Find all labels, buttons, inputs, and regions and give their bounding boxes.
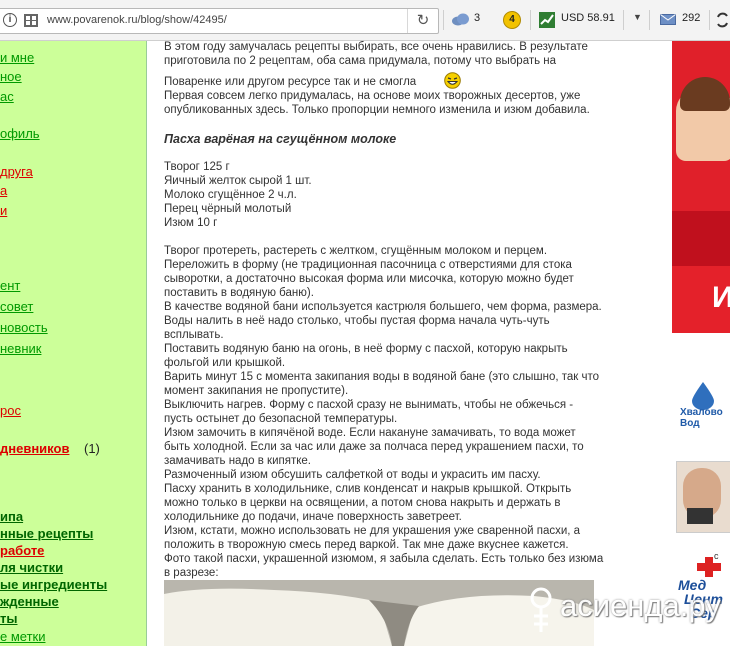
- intro-line: приготовила по 2 рецептам, оба сама прид…: [164, 55, 557, 67]
- reload-icon[interactable]: ↻: [407, 9, 438, 33]
- sidebar-link-diaries[interactable]: дневников: [0, 441, 69, 456]
- sidebar-link[interactable]: е метки: [0, 629, 45, 644]
- ingredient: Творог 125 г: [164, 161, 230, 173]
- sidebar-link[interactable]: ное: [0, 69, 22, 84]
- sidebar-link[interactable]: ас: [0, 89, 14, 104]
- sidebar-link[interactable]: и: [0, 203, 7, 218]
- article: В этом году замучалась рецепты выбирать,…: [147, 41, 672, 646]
- medical-photo-ad[interactable]: [676, 461, 730, 533]
- step-line: Изюм, кстати, можно использовать не для …: [164, 525, 581, 537]
- step-line: В качестве водяной бани используется кас…: [164, 301, 602, 313]
- intro-line: В этом году замучалась рецепты выбирать,…: [164, 41, 588, 53]
- sidebar-link[interactable]: жденные: [0, 594, 59, 609]
- step-line: фольгой или крышкой.: [164, 357, 286, 369]
- water-brand: Хвалово Вод: [680, 407, 723, 429]
- banner-ad[interactable]: И: [672, 41, 730, 333]
- sidebar-link[interactable]: ля чистки: [0, 560, 63, 575]
- intro-line: Поваренке или другом ресурсе так и не см…: [164, 76, 417, 88]
- sidebar-link[interactable]: а: [0, 183, 7, 198]
- step-line: холодильнике до подачи, иначе поверхност…: [164, 511, 462, 523]
- sidebar-link[interactable]: офиль: [0, 126, 40, 141]
- ingredient: Яичный желток сырой 1 шт.: [164, 175, 312, 187]
- refresh-arrows-icon[interactable]: [715, 12, 730, 28]
- ingredient: Изюм 10 г: [164, 217, 218, 229]
- sidebar-link[interactable]: новость: [0, 320, 48, 335]
- sidebar-link[interactable]: рос: [0, 403, 21, 418]
- chevron-down-icon[interactable]: ▼: [633, 12, 642, 22]
- step-line: Поставить водяную баню на огонь, в неё ф…: [164, 343, 568, 355]
- apps-grid-icon[interactable]: [24, 14, 38, 27]
- mail-icon[interactable]: [660, 14, 676, 25]
- child-hair: [680, 77, 730, 111]
- step-line: положить в творожную смесь перед варкой.…: [164, 539, 569, 551]
- weather-cloud-icon[interactable]: [451, 13, 471, 26]
- intro-line: Первая совсем легко придумалась, на осно…: [164, 90, 581, 102]
- banner-lower: [672, 211, 730, 266]
- sidebar-link-label: дневников: [0, 441, 70, 456]
- sidebar-link[interactable]: невник: [0, 341, 41, 356]
- sidebar-link[interactable]: нные рецепты: [0, 526, 93, 541]
- ingredient: Молоко сгущённое 2 ч.л.: [164, 189, 297, 201]
- step-line: пусть остынет до безопасной температуры.: [164, 413, 398, 425]
- step-line: Творог протереть, растереть с желтком, с…: [164, 245, 548, 257]
- stock-chart-icon[interactable]: [539, 12, 555, 28]
- step-line: в разрезе:: [164, 567, 219, 579]
- asienda-logo-icon: [530, 587, 552, 632]
- step-line: момент закипания не пропустите).: [164, 385, 349, 397]
- right-ads: И Хвалово Вод с Мед Цент Сер: [672, 41, 730, 646]
- browser-toolbar: i www.povarenok.ru/blog/show/42495/ ↻ 3 …: [0, 0, 730, 41]
- step-line: Варить минут 15 с момента закипания воды…: [164, 371, 600, 383]
- recipe-title: Пасха варёная на сгущённом молоке: [164, 132, 397, 146]
- sidebar-link[interactable]: ент: [0, 278, 20, 293]
- currency-rate[interactable]: USD 58.91: [561, 12, 615, 24]
- sidebar-link[interactable]: ые ингредиенты: [0, 577, 107, 592]
- left-sidebar: и мне ное ас офиль друга а и ент совет н…: [0, 41, 147, 646]
- sidebar-link[interactable]: друга: [0, 164, 33, 179]
- sidebar-link[interactable]: работе: [0, 543, 44, 558]
- water-ad[interactable]: Хвалово Вод: [672, 371, 730, 436]
- step-line: поставить в водяную баню).: [164, 287, 314, 299]
- ingredient: Перец чёрный молотый: [164, 203, 292, 215]
- step-line: быть холодной. Если за час или даже за п…: [164, 441, 584, 453]
- step-line: Фото такой пасхи, украшенной изюмом, я з…: [164, 553, 604, 565]
- sidebar-link[interactable]: совет: [0, 299, 33, 314]
- banner-letter: И: [712, 281, 730, 314]
- ultrasound-image: [687, 508, 713, 524]
- clinic-cross-icon: [697, 557, 721, 577]
- step-line: Изюм замочить в кипячёной воде. Если нак…: [164, 427, 576, 439]
- laughing-smiley-icon: [444, 72, 461, 89]
- diaries-count: (1): [84, 441, 100, 456]
- watermark-text: асиенда.ру: [560, 588, 721, 623]
- step-line: Выключить нагрев. Форму с пасхой сразу н…: [164, 399, 574, 411]
- step-line: Размоченный изюм обсушить салфеткой от в…: [164, 469, 541, 481]
- sidebar-link[interactable]: и мне: [0, 50, 34, 65]
- step-line: замачивать надо в кипятке.: [164, 455, 311, 467]
- step-line: можно только в церкви на освящении, а по…: [164, 497, 561, 509]
- intro-line: опубликованных здесь. Только пропорции н…: [164, 104, 590, 116]
- info-icon[interactable]: i: [3, 13, 17, 27]
- weather-count: 3: [474, 12, 481, 24]
- sidebar-link[interactable]: ипа: [0, 509, 23, 524]
- sidebar-link[interactable]: ты: [0, 611, 17, 626]
- mail-count: 292: [682, 12, 701, 24]
- badge-icon[interactable]: 4: [503, 11, 521, 29]
- step-line: сыворотки, а достаточно высокая форма ил…: [164, 273, 574, 285]
- url-text[interactable]: www.povarenok.ru/blog/show/42495/: [47, 14, 227, 26]
- step-line: Переложить в форму (не традиционная пасо…: [164, 259, 572, 271]
- step-line: всплывать.: [164, 329, 224, 341]
- step-line: Воды налить в неё надо столько, чтобы пу…: [164, 315, 550, 327]
- address-bar[interactable]: i www.povarenok.ru/blog/show/42495/ ↻: [0, 8, 439, 34]
- step-line: Пасху хранить в холодильнике, слив конде…: [164, 483, 572, 495]
